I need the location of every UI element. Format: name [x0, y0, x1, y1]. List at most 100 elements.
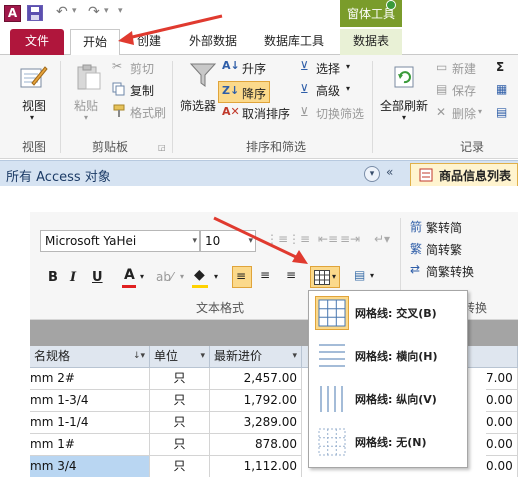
advanced-filter-label: 高级: [316, 84, 341, 98]
table-cell[interactable]: 只: [150, 434, 210, 456]
refresh-all-icon: [394, 66, 414, 88]
table-cell[interactable]: 0.00: [486, 434, 518, 456]
sort-descending-label: 降序: [242, 87, 267, 101]
access-app-icon[interactable]: A: [4, 5, 21, 22]
gridlines-both-icon: [315, 296, 349, 330]
sum-icon[interactable]: Σ: [496, 60, 504, 74]
toggle-filter-label: 切换筛选: [316, 107, 365, 121]
font-size-value: 10: [205, 234, 221, 248]
tab-file[interactable]: 文件: [10, 29, 64, 55]
font-name-value: Microsoft YaHei: [45, 234, 137, 248]
undo-dropdown-icon[interactable]: ▾: [72, 6, 77, 16]
delete-record-icon: ✕: [436, 105, 447, 119]
format-painter-label: 格式刷: [130, 106, 167, 120]
italic-button[interactable]: I: [70, 270, 76, 285]
table-cell[interactable]: mm 1#: [30, 434, 150, 456]
nav-menu-chevron-icon[interactable]: ▾: [364, 166, 380, 182]
background-color-swatch: [192, 285, 208, 288]
gridlines-horizontal-icon: [315, 339, 349, 373]
tab-create[interactable]: 创建: [122, 29, 176, 55]
sort-descending-icon: Z↓: [222, 84, 240, 97]
align-right-icon[interactable]: ≡: [286, 268, 296, 282]
bullet-list-icon[interactable]: ⋮≡: [266, 232, 288, 246]
decrease-indent-icon[interactable]: ⇤≡: [318, 232, 338, 246]
gridlines-menu: 网格线: 交叉(B) 网格线: 横向(H) 网格线: 纵向(V) 网格线: 无(…: [308, 290, 468, 468]
save-icon[interactable]: [27, 5, 43, 21]
table-cell[interactable]: 只: [150, 456, 210, 477]
document-tab-product-list[interactable]: 商品信息列表: [410, 163, 518, 186]
clipboard-dialog-launcher-icon[interactable]: ◲: [158, 143, 166, 152]
table-cell[interactable]: 只: [150, 368, 210, 390]
table-cell[interactable]: 0.00: [486, 456, 518, 477]
column-header-unit[interactable]: 单位 ▾: [150, 346, 210, 368]
font-size-select[interactable]: 10 ▾: [200, 230, 256, 252]
font-name-select[interactable]: Microsoft YaHei ▾: [40, 230, 200, 252]
view-dropdown-icon: ▾: [30, 113, 35, 122]
table-cell[interactable]: 7.00: [486, 368, 518, 390]
highlight-color-icon[interactable]: ab⁄: [156, 270, 173, 284]
ribbon-home: 视图 ▾ 视图 粘贴 ▾ ✂ 剪切 复制 格式刷 剪贴板 ◲ 筛选器 A↓ 升序…: [0, 55, 518, 159]
advanced-filter-dropdown-icon: ▾: [346, 84, 351, 93]
align-left-button[interactable]: ≡: [232, 266, 252, 288]
highlight-dropdown-icon[interactable]: ▾: [180, 272, 184, 281]
selection-filter-label: 选择: [316, 62, 341, 76]
column-header-label: 名规格: [34, 349, 71, 363]
table-cell-selected[interactable]: mm 3/4: [30, 456, 150, 477]
paragraph-direction-icon[interactable]: ↵▾: [374, 232, 390, 246]
gridlines-button[interactable]: ▾: [310, 266, 340, 288]
filter-button-label: 筛选器: [180, 99, 217, 113]
nav-collapse-icon[interactable]: «: [386, 165, 393, 179]
menu-item-gridlines-horizontal[interactable]: 网格线: 横向(H): [311, 336, 466, 376]
sort-descending-button[interactable]: Z↓ 降序: [218, 81, 270, 103]
tab-datasheet[interactable]: 数据表: [340, 29, 402, 55]
clear-sort-label: 取消排序: [242, 107, 291, 121]
undo-icon[interactable]: ↶: [56, 4, 68, 20]
column-header-latest-price[interactable]: 最新进价 ▾: [210, 346, 302, 368]
redo-icon[interactable]: ↷: [88, 4, 100, 20]
column-header-spec[interactable]: 名规格 ↓▾: [30, 346, 150, 368]
group-label-text-formatting: 文本格式: [195, 301, 244, 315]
convert-icon: ⇄: [410, 262, 421, 276]
table-cell[interactable]: mm 1-1/4: [30, 412, 150, 434]
table-cell[interactable]: 只: [150, 390, 210, 412]
column-header-label: 最新进价: [214, 349, 263, 363]
tab-database-tools[interactable]: 数据库工具: [256, 29, 332, 55]
tab-external-data[interactable]: 外部数据: [180, 29, 246, 55]
refresh-all-label: 全部刷新: [380, 99, 429, 113]
row-shading-button[interactable]: ▤ ▾: [352, 266, 382, 288]
sort-ascending-label: 升序: [242, 62, 267, 76]
table-cell[interactable]: 3,289.00: [210, 412, 302, 434]
toggle-filter-icon: ⊻: [300, 105, 309, 119]
cut-icon: ✂: [112, 59, 123, 73]
increase-indent-icon[interactable]: ≡⇥: [340, 232, 360, 246]
table-cell[interactable]: 878.00: [210, 434, 302, 456]
access-window-top: A ↶ ▾ ↷ ▾ ▾ 窗体工具 文件 开始 创建 外部数据 数据库工具 数据表…: [0, 0, 518, 186]
underline-button[interactable]: U: [92, 270, 103, 285]
align-center-icon[interactable]: ≡: [260, 268, 270, 282]
group-label-view: 视图: [21, 140, 46, 154]
table-cell[interactable]: 1,792.00: [210, 390, 302, 412]
bold-button[interactable]: B: [48, 270, 58, 285]
simp-to-trad-label: 简转繁: [426, 243, 463, 257]
table-cell[interactable]: mm 1-3/4: [30, 390, 150, 412]
redo-dropdown-icon[interactable]: ▾: [104, 6, 109, 16]
menu-item-gridlines-none[interactable]: 网格线: 无(N): [311, 422, 466, 462]
customize-qat-icon[interactable]: ▾: [118, 6, 123, 16]
table-cell[interactable]: 2,457.00: [210, 368, 302, 390]
table-cell[interactable]: 只: [150, 412, 210, 434]
delete-record-dropdown-icon: ▾: [478, 107, 483, 116]
table-cell[interactable]: mm 2#: [30, 368, 150, 390]
navigation-pane-header: 所有 Access 对象 ▾ « 商品信息列表: [0, 160, 518, 186]
numbered-list-icon[interactable]: ⋮≡: [288, 232, 310, 246]
tab-home-label: 开始: [82, 35, 107, 49]
table-cell[interactable]: 0.00: [486, 412, 518, 434]
table-cell[interactable]: 1,112.00: [210, 456, 302, 477]
more-records-icon[interactable]: ▤: [496, 105, 507, 119]
navigation-pane-title[interactable]: 所有 Access 对象: [6, 166, 111, 185]
menu-item-gridlines-both[interactable]: 网格线: 交叉(B): [311, 293, 466, 333]
table-cell[interactable]: 0.00: [486, 390, 518, 412]
font-size-dropdown-icon: ▾: [248, 236, 253, 246]
spelling-icon[interactable]: ▦: [496, 82, 507, 96]
menu-item-gridlines-vertical[interactable]: 网格线: 纵向(V): [311, 379, 466, 419]
tab-home[interactable]: 开始: [70, 29, 120, 56]
